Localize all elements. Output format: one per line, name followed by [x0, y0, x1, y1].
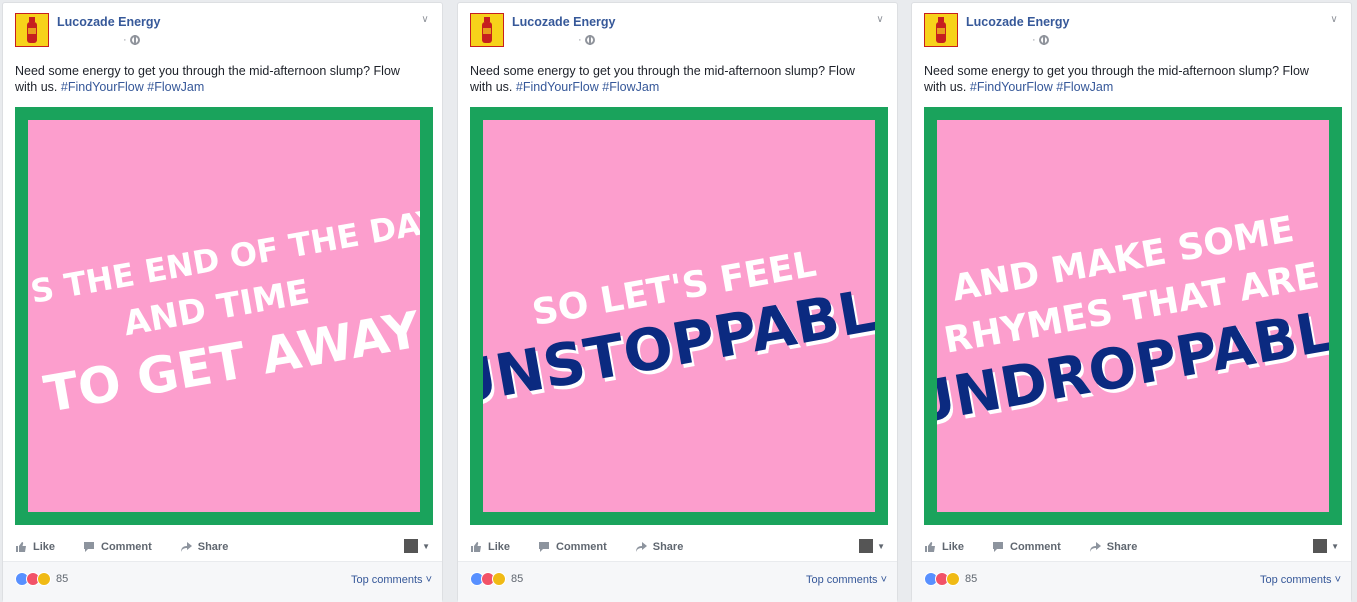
like-button[interactable]: Like	[924, 541, 964, 553]
share-label: Share	[652, 541, 684, 553]
post-card: Lucozade Energy · ∨ Need some energy to …	[2, 2, 443, 602]
meta-dot: ·	[123, 34, 127, 46]
post-header: Lucozade Energy · ∨	[912, 3, 1351, 63]
meta-dot: ·	[578, 34, 582, 46]
reaction-summary[interactable]: 85	[924, 572, 977, 586]
image-artwork: AND MAKE SOME RHYMES THAT ARE UNDROPPABL…	[937, 120, 1329, 512]
page-name[interactable]: Lucozade Energy	[966, 15, 1070, 29]
post-image[interactable]: SO LET'S FEEL UNSTOPPABLE UNSTOPPABLE	[470, 107, 888, 525]
chevron-down-icon[interactable]: ∨	[1327, 13, 1341, 27]
haha-reaction-icon	[37, 572, 51, 586]
chevron-down-icon[interactable]: ∨	[418, 13, 432, 27]
hashtag-link[interactable]: #FlowJam	[602, 80, 659, 94]
reaction-count: 85	[965, 573, 978, 585]
page-name[interactable]: Lucozade Energy	[57, 15, 161, 29]
caret-down-icon: ▼	[1331, 541, 1339, 551]
share-as-selector[interactable]: ▼	[1313, 539, 1339, 553]
lucozade-bottle-icon[interactable]	[15, 13, 49, 47]
hashtag-link[interactable]: #FindYourFlow	[61, 80, 144, 94]
share-button[interactable]: Share	[180, 541, 229, 553]
reaction-summary[interactable]: 85	[15, 572, 68, 586]
meta-dot: ·	[1032, 34, 1036, 46]
post-header: Lucozade Energy · ∨	[3, 3, 442, 63]
share-icon	[635, 542, 647, 552]
share-as-selector[interactable]: ▼	[404, 539, 430, 553]
comment-button[interactable]: Comment	[992, 541, 1061, 553]
comment-button[interactable]: Comment	[83, 541, 152, 553]
reactions-bar: 85 Top comments ˅	[3, 561, 442, 602]
post-meta: ·	[1032, 34, 1049, 46]
hashtag-link[interactable]: #FlowJam	[1056, 80, 1113, 94]
post-meta: ·	[123, 34, 140, 46]
like-icon	[471, 542, 481, 552]
haha-reaction-icon	[946, 572, 960, 586]
post-image[interactable]: IT'S THE END OF THE DAY AND TIME TO GET …	[15, 107, 433, 525]
share-icon	[180, 542, 192, 552]
top-comments-dropdown[interactable]: Top comments ˅	[1260, 574, 1341, 586]
page-thumbnail-icon	[1313, 539, 1328, 553]
reaction-summary[interactable]: 85	[470, 572, 523, 586]
haha-reaction-icon	[492, 572, 506, 586]
comment-icon	[539, 542, 550, 552]
comment-label: Comment	[101, 541, 152, 553]
page-thumbnail-icon	[859, 539, 874, 553]
top-comments-dropdown[interactable]: Top comments ˅	[806, 574, 887, 586]
share-button[interactable]: Share	[1089, 541, 1138, 553]
share-label: Share	[197, 541, 229, 553]
reaction-count: 85	[511, 573, 524, 585]
like-label: Like	[488, 541, 511, 553]
post-image[interactable]: AND MAKE SOME RHYMES THAT ARE UNDROPPABL…	[924, 107, 1342, 525]
post-text: Need some energy to get you through the …	[924, 63, 1324, 95]
globe-icon[interactable]	[129, 35, 140, 45]
action-bar: Like Comment Share	[924, 533, 1342, 561]
post-text: Need some energy to get you through the …	[15, 63, 415, 95]
post-meta: ·	[578, 34, 595, 46]
hashtag-link[interactable]: #FlowJam	[147, 80, 204, 94]
post-text: Need some energy to get you through the …	[470, 63, 870, 95]
comment-icon	[993, 542, 1004, 552]
reactions-bar: 85 Top comments ˅	[912, 561, 1351, 602]
top-comments-dropdown[interactable]: Top comments ˅	[351, 574, 432, 586]
comment-button[interactable]: Comment	[538, 541, 607, 553]
action-bar: Like Comment Share	[470, 533, 888, 561]
comment-icon	[84, 542, 95, 552]
share-button[interactable]: Share	[635, 541, 684, 553]
lucozade-bottle-icon[interactable]	[470, 13, 504, 47]
action-bar: Like Comment Share	[15, 533, 433, 561]
globe-icon[interactable]	[584, 35, 595, 45]
post-header: Lucozade Energy · ∨	[458, 3, 897, 63]
reaction-count: 85	[56, 573, 69, 585]
like-button[interactable]: Like	[15, 541, 55, 553]
page-name[interactable]: Lucozade Energy	[512, 15, 616, 29]
like-label: Like	[942, 541, 965, 553]
like-icon	[925, 542, 935, 552]
caret-down-icon: ▼	[422, 541, 430, 551]
globe-icon[interactable]	[1038, 35, 1049, 45]
image-artwork: SO LET'S FEEL UNSTOPPABLE UNSTOPPABLE	[483, 120, 875, 512]
share-icon	[1089, 542, 1101, 552]
post-card: Lucozade Energy · ∨ Need some energy to …	[911, 2, 1352, 602]
share-as-selector[interactable]: ▼	[859, 539, 885, 553]
like-label: Like	[33, 541, 56, 553]
comment-label: Comment	[556, 541, 607, 553]
image-artwork: IT'S THE END OF THE DAY AND TIME TO GET …	[28, 120, 420, 512]
hashtag-link[interactable]: #FindYourFlow	[970, 80, 1053, 94]
share-label: Share	[1106, 541, 1138, 553]
comment-label: Comment	[1010, 541, 1061, 553]
like-icon	[16, 542, 26, 552]
hashtag-link[interactable]: #FindYourFlow	[516, 80, 599, 94]
caret-down-icon: ▼	[877, 541, 885, 551]
post-card: Lucozade Energy · ∨ Need some energy to …	[457, 2, 898, 602]
page-thumbnail-icon	[404, 539, 419, 553]
reactions-bar: 85 Top comments ˅	[458, 561, 897, 602]
chevron-down-icon[interactable]: ∨	[873, 13, 887, 27]
like-button[interactable]: Like	[470, 541, 510, 553]
lucozade-bottle-icon[interactable]	[924, 13, 958, 47]
